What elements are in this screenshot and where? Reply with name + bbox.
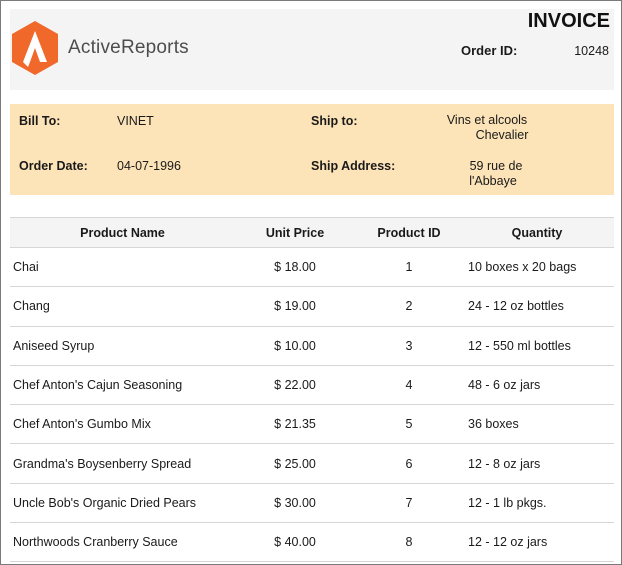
ship-to-label: Ship to: <box>311 114 358 128</box>
cell-quantity: 12 - 1 lb pkgs. <box>460 483 614 524</box>
cell-product-id: 4 <box>358 365 460 406</box>
cell-product-name: Uncle Bob's Organic Dried Pears <box>10 483 232 524</box>
table-row: Chang $ 19.00 2 24 - 12 oz bottles <box>10 286 614 327</box>
cell-product-id: 2 <box>358 286 460 327</box>
cell-quantity: 12 - 12 oz jars <box>460 522 614 563</box>
cell-unit-price: $ 25.00 <box>232 443 358 484</box>
cell-quantity: 12 - 550 ml bottles <box>460 326 614 366</box>
cell-unit-price: $ 18.00 <box>232 247 358 288</box>
cell-product-name: Grandma's Boysenberry Spread <box>10 443 232 484</box>
cell-product-id: 7 <box>358 483 460 524</box>
table-row: Chef Anton's Cajun Seasoning $ 22.00 4 4… <box>10 365 614 406</box>
cell-product-name: Chef Anton's Gumbo Mix <box>10 404 232 445</box>
table-row: Aniseed Syrup $ 10.00 3 12 - 550 ml bott… <box>10 326 614 366</box>
invoice-page: ActiveReports INVOICE Order ID: 10248 Bi… <box>0 0 622 565</box>
cell-product-name: Chef Anton's Cajun Seasoning <box>10 365 232 406</box>
order-date-value: 04-07-1996 <box>117 159 181 173</box>
cell-quantity: 12 - 8 oz jars <box>460 443 614 484</box>
table-row: Chef Anton's Gumbo Mix $ 21.35 5 36 boxe… <box>10 404 614 445</box>
ship-to-line2: Chevalier <box>475 128 529 142</box>
cell-quantity: 24 - 12 oz bottles <box>460 286 614 327</box>
ship-to-line1: Vins et alcools <box>446 113 528 127</box>
cell-unit-price: $ 21.35 <box>232 404 358 445</box>
cell-quantity: 10 boxes x 20 bags <box>460 247 614 288</box>
cell-product-id: 3 <box>358 326 460 366</box>
cell-product-name: Chang <box>10 286 232 327</box>
cell-unit-price: $ 40.00 <box>232 522 358 563</box>
col-header-unit-price: Unit Price <box>232 217 358 248</box>
cell-unit-price: $ 19.00 <box>232 286 358 327</box>
cell-unit-price: $ 22.00 <box>232 365 358 406</box>
cell-product-name: Northwoods Cranberry Sauce <box>10 522 232 563</box>
col-header-quantity: Quantity <box>460 217 614 248</box>
bill-to-label: Bill To: <box>19 114 61 128</box>
table-row: Grandma's Boysenberry Spread $ 25.00 6 1… <box>10 443 614 484</box>
invoice-title: INVOICE <box>527 10 610 32</box>
table-header-row: Product Name Unit Price Product ID Quant… <box>10 217 614 248</box>
cell-product-name: Aniseed Syrup <box>10 326 232 366</box>
brand-name: ActiveReports <box>68 37 189 58</box>
ship-address-line2: l'Abbaye <box>469 174 517 188</box>
cell-product-id: 1 <box>358 247 460 288</box>
cell-unit-price: $ 10.00 <box>232 326 358 366</box>
col-header-product-name: Product Name <box>10 217 232 248</box>
order-id-value: 10248 <box>574 44 609 58</box>
cell-product-id: 8 <box>358 522 460 563</box>
invoice-header: ActiveReports INVOICE Order ID: 10248 <box>10 9 614 90</box>
cell-quantity: 36 boxes <box>460 404 614 445</box>
col-header-product-id: Product ID <box>358 217 460 248</box>
brand-logo: ActiveReports <box>10 20 189 76</box>
cell-product-id: 6 <box>358 443 460 484</box>
table-row: Chai $ 18.00 1 10 boxes x 20 bags <box>10 247 614 288</box>
ship-address-line1: 59 rue de <box>469 159 523 173</box>
order-id-label: Order ID: <box>461 43 518 58</box>
table-row: Uncle Bob's Organic Dried Pears $ 30.00 … <box>10 483 614 524</box>
line-items-table: Product Name Unit Price Product ID Quant… <box>10 217 614 563</box>
activereports-logo-icon <box>12 21 58 75</box>
cell-unit-price: $ 30.00 <box>232 483 358 524</box>
order-date-label: Order Date: <box>19 159 88 173</box>
bill-to-value: VINET <box>117 114 154 128</box>
cell-product-name: Chai <box>10 247 232 288</box>
cell-product-id: 5 <box>358 404 460 445</box>
billing-section: Bill To: VINET Order Date: 04-07-1996 Sh… <box>10 104 614 195</box>
ship-address-label: Ship Address: <box>311 159 396 173</box>
cell-quantity: 48 - 6 oz jars <box>460 365 614 406</box>
table-row: Northwoods Cranberry Sauce $ 40.00 8 12 … <box>10 522 614 563</box>
